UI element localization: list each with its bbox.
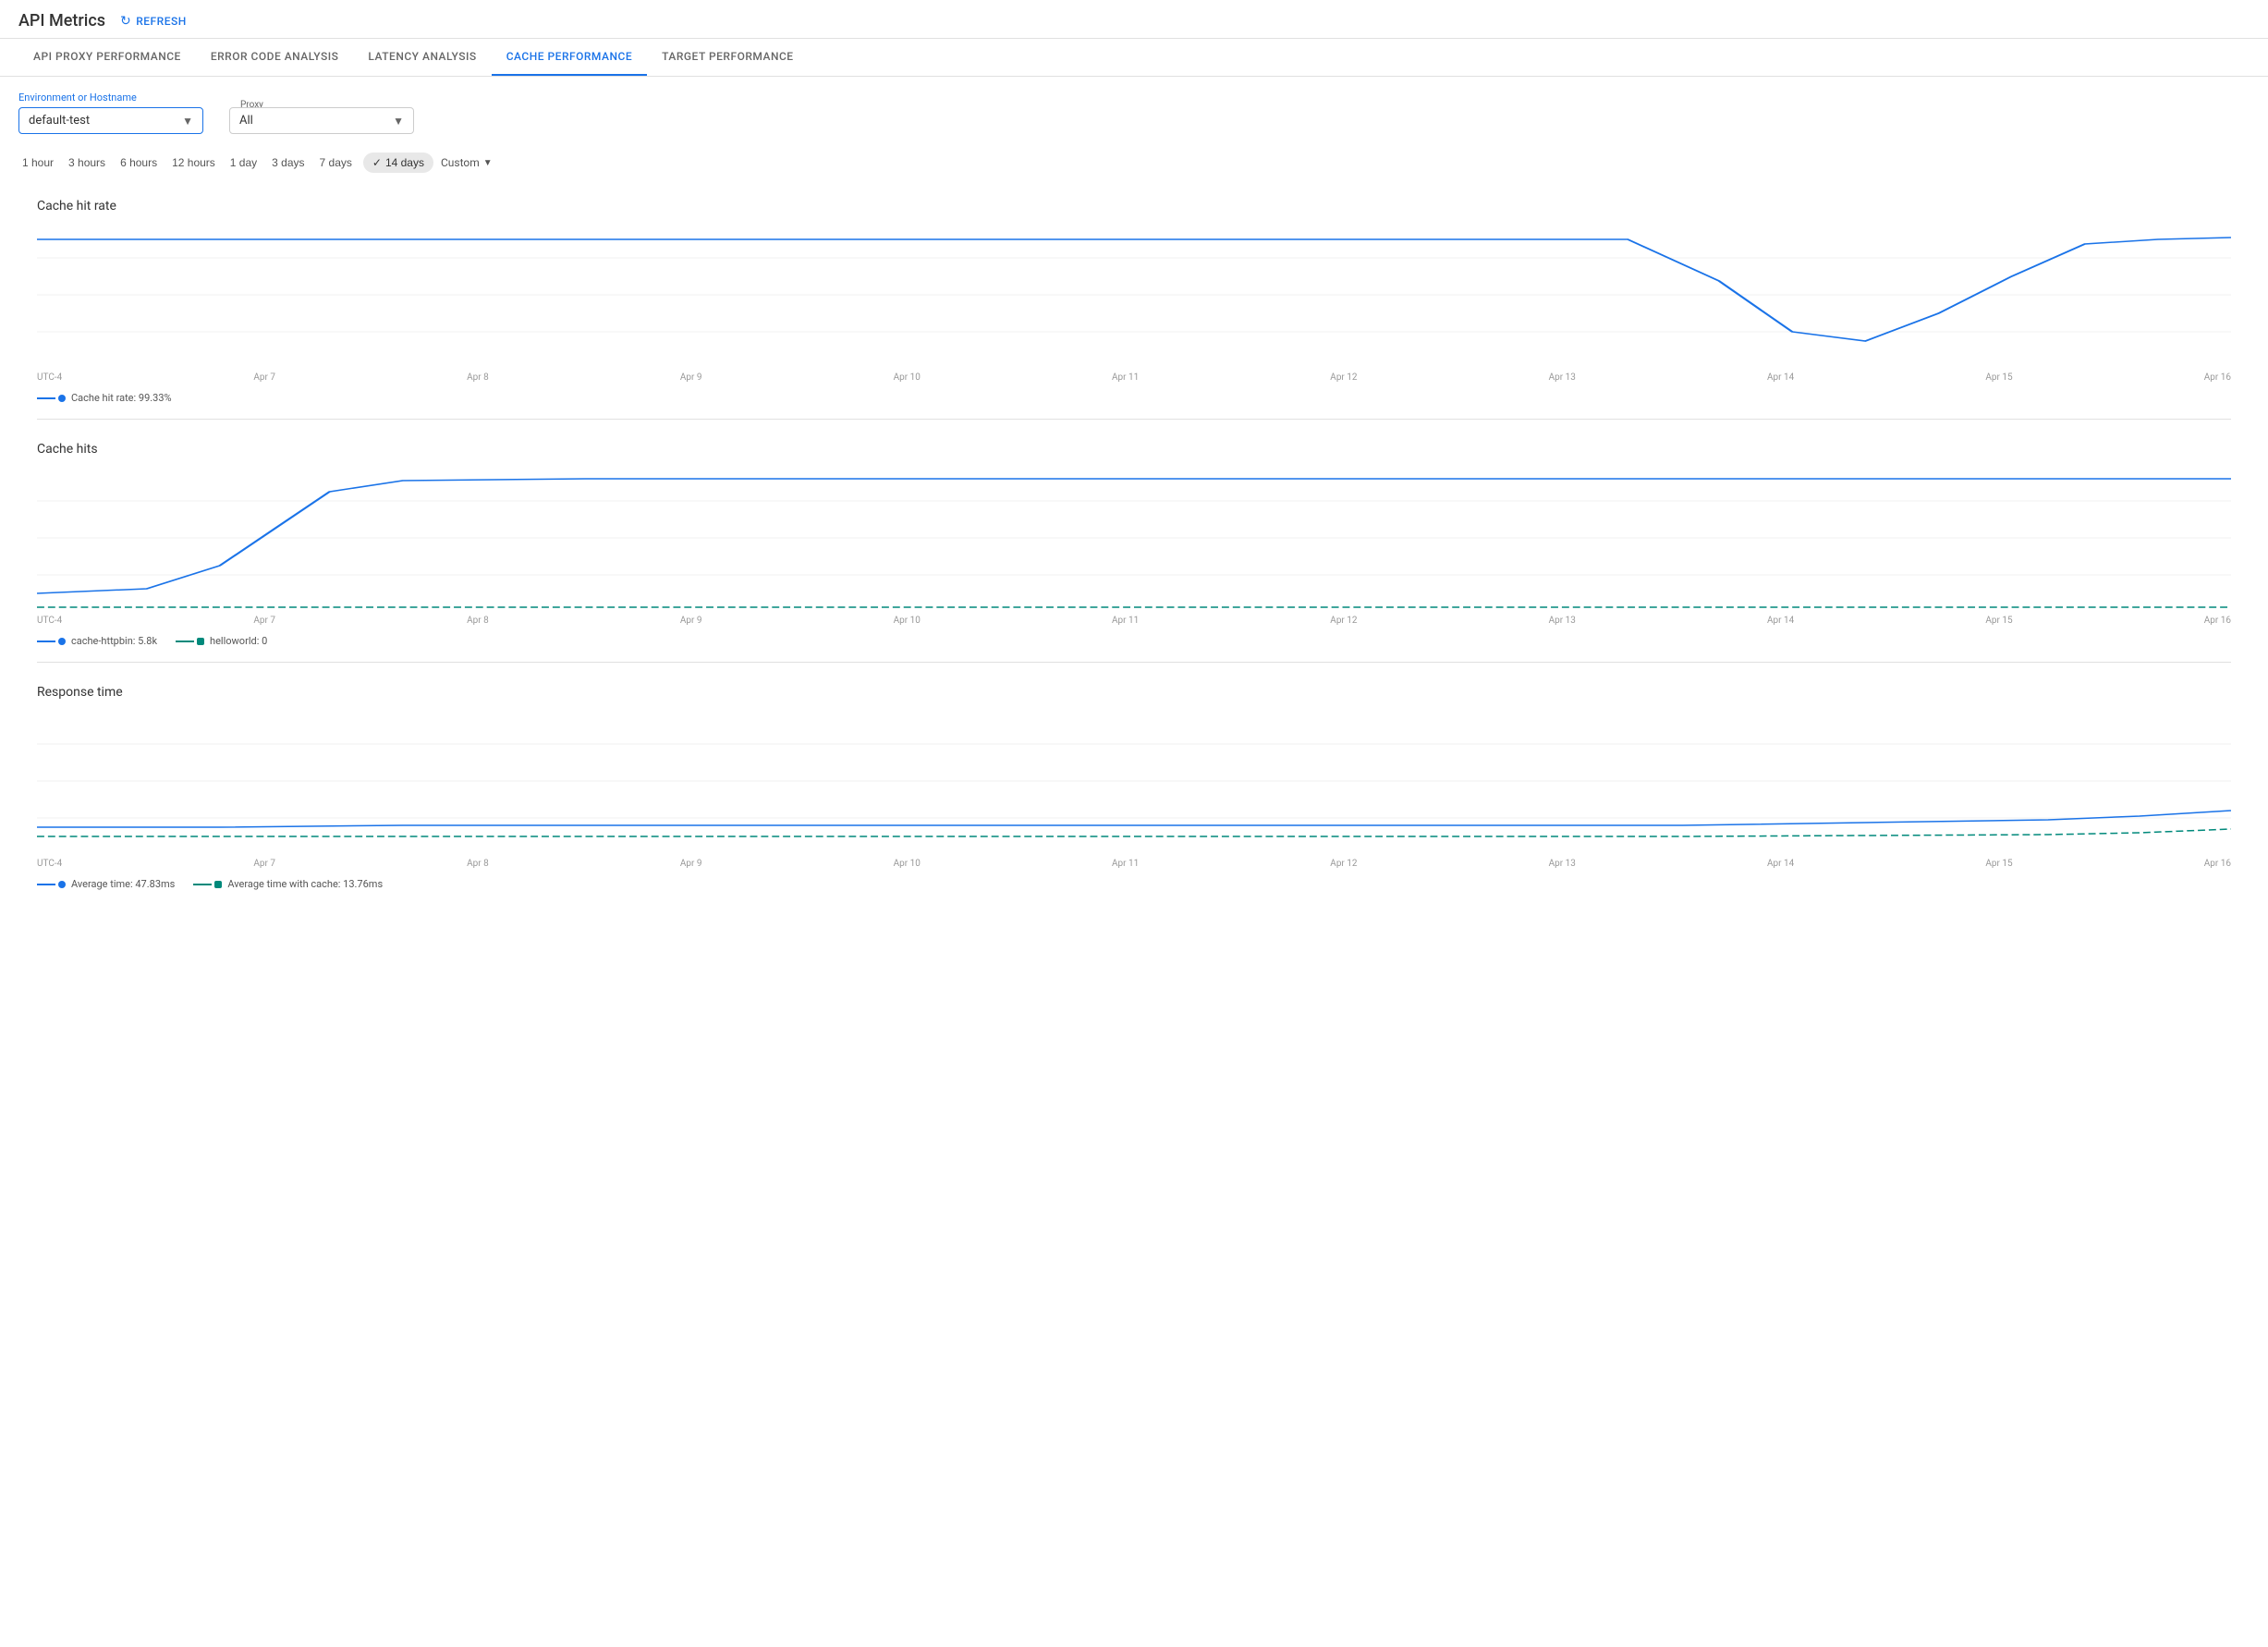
time-filter-1d[interactable]: 1 day (226, 154, 261, 171)
x-label: Apr 15 (1985, 616, 2012, 626)
x-label: Apr 14 (1767, 616, 1794, 626)
environment-value: default-test (29, 114, 182, 128)
tab-api-proxy[interactable]: API PROXY PERFORMANCE (18, 39, 196, 76)
x-label: Apr 15 (1985, 859, 2012, 869)
cache-hit-rate-x-axis: UTC-4 Apr 7 Apr 8 Apr 9 Apr 10 Apr 11 Apr 12 Ap… (37, 369, 2231, 386)
legend-cache-hit-rate-label: Cache hit rate: 99.33% (71, 392, 172, 404)
x-label: Apr 9 (680, 372, 702, 383)
x-label: UTC-4 (37, 616, 62, 626)
response-time-title: Response time (37, 670, 2231, 707)
x-label: Apr 14 (1767, 372, 1794, 383)
response-time-legend: Average time: 47.83ms Average time with … (37, 872, 2231, 894)
x-label: Apr 12 (1330, 616, 1357, 626)
legend-avg-time: Average time: 47.83ms (37, 878, 175, 890)
x-label: Apr 9 (680, 859, 702, 869)
response-time-chart (37, 707, 2231, 855)
x-label: Apr 7 (253, 616, 275, 626)
x-label: Apr 15 (1985, 372, 2012, 383)
proxy-value: All (239, 114, 393, 128)
cache-hits-chart (37, 464, 2231, 612)
x-label: Apr 16 (2204, 372, 2231, 383)
chevron-down-icon: ▼ (182, 115, 193, 128)
tab-target[interactable]: TARGET PERFORMANCE (647, 39, 808, 76)
cache-hits-section: Cache hits UTC-4 Apr 7 Apr 8 Apr 9 Apr 10 Apr… (37, 427, 2231, 663)
cache-hit-rate-title: Cache hit rate (37, 184, 2231, 221)
environment-filter: Environment or Hostname default-test ▼ (18, 92, 203, 134)
chevron-down-icon: ▼ (393, 115, 404, 128)
legend-cache-hit-rate: Cache hit rate: 99.33% (37, 392, 172, 404)
time-filter-3h[interactable]: 3 hours (65, 154, 109, 171)
x-label: Apr 12 (1330, 859, 1357, 869)
x-label: Apr 9 (680, 616, 702, 626)
legend-avg-time-cache: Average time with cache: 13.76ms (193, 878, 383, 890)
x-label: Apr 8 (467, 616, 489, 626)
time-filter-bar: 1 hour 3 hours 6 hours 12 hours 1 day 3 days 7… (0, 149, 2268, 184)
x-label: Apr 7 (253, 372, 275, 383)
time-filter-1h[interactable]: 1 hour (18, 154, 57, 171)
x-label: Apr 10 (894, 859, 921, 869)
page-title: API Metrics (18, 11, 105, 30)
cache-hits-x-axis: UTC-4 Apr 7 Apr 8 Apr 9 Apr 10 Apr 11 Apr 12 Ap… (37, 612, 2231, 629)
legend-cache-httpbin-label: cache-httpbin: 5.8k (71, 635, 157, 647)
x-label: Apr 8 (467, 859, 489, 869)
x-label: Apr 13 (1549, 372, 1576, 383)
x-label: Apr 10 (894, 372, 921, 383)
x-label: UTC-4 (37, 859, 62, 869)
time-filter-14d[interactable]: ✓ 14 days (363, 152, 433, 173)
cache-hit-rate-legend: Cache hit rate: 99.33% (37, 386, 2231, 408)
tab-error-code[interactable]: ERROR CODE ANALYSIS (196, 39, 354, 76)
time-filter-6h[interactable]: 6 hours (116, 154, 161, 171)
time-filter-3d[interactable]: 3 days (268, 154, 308, 171)
refresh-icon: ↻ (120, 14, 131, 29)
time-filter-12h[interactable]: 12 hours (168, 154, 219, 171)
legend-helloworld-label: helloworld: 0 (210, 635, 267, 647)
x-label: Apr 7 (253, 859, 275, 869)
all-charts: Cache hit rate UTC-4 Apr 7 Apr 8 Apr 9 Apr 1… (0, 184, 2268, 905)
cache-hit-rate-chart (37, 221, 2231, 369)
x-label: Apr 12 (1330, 372, 1357, 383)
x-label: Apr 16 (2204, 616, 2231, 626)
custom-label: Custom (441, 156, 480, 169)
time-filter-7d[interactable]: 7 days (316, 154, 356, 171)
x-label: Apr 8 (467, 372, 489, 383)
x-label: Apr 11 (1112, 616, 1139, 626)
refresh-label: REFRESH (136, 15, 187, 28)
tab-cache[interactable]: CACHE PERFORMANCE (492, 39, 647, 76)
environment-label: Environment or Hostname (18, 92, 203, 104)
cache-hits-title: Cache hits (37, 427, 2231, 464)
response-time-section: Response time UTC-4 Apr 7 Apr 8 Apr 9 Apr 10… (37, 670, 2231, 905)
check-icon: ✓ (372, 156, 382, 169)
proxy-select[interactable]: All ▼ (229, 107, 414, 134)
legend-avg-time-label: Average time: 47.83ms (71, 878, 175, 890)
header: API Metrics ↻ REFRESH (0, 0, 2268, 39)
x-label: Apr 11 (1112, 372, 1139, 383)
legend-avg-time-cache-label: Average time with cache: 13.76ms (227, 878, 383, 890)
x-label: UTC-4 (37, 372, 62, 383)
tabs-bar: API PROXY PERFORMANCEERROR CODE ANALYSIS… (0, 39, 2268, 77)
tab-latency[interactable]: LATENCY ANALYSIS (353, 39, 491, 76)
x-label: Apr 16 (2204, 859, 2231, 869)
legend-cache-httpbin: cache-httpbin: 5.8k (37, 635, 157, 647)
x-label: Apr 14 (1767, 859, 1794, 869)
legend-helloworld: helloworld: 0 (176, 635, 267, 647)
environment-select[interactable]: default-test ▼ (18, 107, 203, 134)
proxy-filter: Proxy All ▼ (229, 107, 414, 134)
x-label: Apr 13 (1549, 859, 1576, 869)
response-time-x-axis: UTC-4 Apr 7 Apr 8 Apr 9 Apr 10 Apr 11 Apr 12 Ap… (37, 855, 2231, 872)
cache-hits-legend: cache-httpbin: 5.8k helloworld: 0 (37, 629, 2231, 651)
time-filter-custom[interactable]: Custom▼ (441, 156, 493, 169)
refresh-button[interactable]: ↻ REFRESH (120, 14, 187, 29)
x-label: Apr 13 (1549, 616, 1576, 626)
cache-hit-rate-section: Cache hit rate UTC-4 Apr 7 Apr 8 Apr 9 Apr 1… (37, 184, 2231, 420)
x-label: Apr 11 (1112, 859, 1139, 869)
chevron-down-icon: ▼ (483, 158, 493, 168)
x-label: Apr 10 (894, 616, 921, 626)
filters-bar: Environment or Hostname default-test ▼ P… (0, 77, 2268, 149)
